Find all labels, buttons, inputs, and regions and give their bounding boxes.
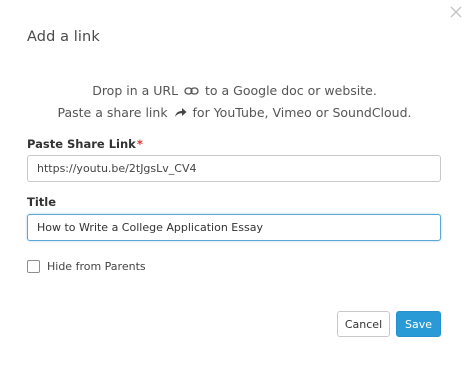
share-link-label: Paste Share Link* xyxy=(27,137,143,151)
instructions-line-2-start: Paste a share link xyxy=(57,105,168,120)
save-button[interactable]: Save xyxy=(396,311,441,337)
share-link-input[interactable] xyxy=(27,155,441,182)
share-link-label-text: Paste Share Link xyxy=(27,137,136,151)
title-input[interactable] xyxy=(27,214,441,241)
instructions-line-1-start: Drop in a URL xyxy=(92,83,179,98)
instructions-line-2-end: for YouTube, Vimeo or SoundCloud. xyxy=(192,105,412,120)
share-arrow-icon xyxy=(174,103,187,124)
link-icon xyxy=(184,81,199,102)
close-icon[interactable] xyxy=(449,4,463,18)
add-link-dialog: Add a link Drop in a URL to a Google doc… xyxy=(0,0,469,366)
instructions-line-1-end: to a Google doc or website. xyxy=(205,83,377,98)
instructions-line-1: Drop in a URL to a Google doc or website… xyxy=(0,80,469,102)
hide-from-parents-checkbox[interactable] xyxy=(27,260,40,273)
hide-from-parents-label[interactable]: Hide from Parents xyxy=(47,260,146,273)
title-label: Title xyxy=(27,195,57,209)
dialog-title: Add a link xyxy=(27,29,100,45)
required-marker: * xyxy=(136,137,143,151)
instructions: Drop in a URL to a Google doc or website… xyxy=(0,80,469,124)
cancel-button[interactable]: Cancel xyxy=(337,311,390,337)
hide-from-parents-row[interactable]: Hide from Parents xyxy=(27,260,146,273)
instructions-line-2: Paste a share link for YouTube, Vimeo or… xyxy=(0,102,469,124)
